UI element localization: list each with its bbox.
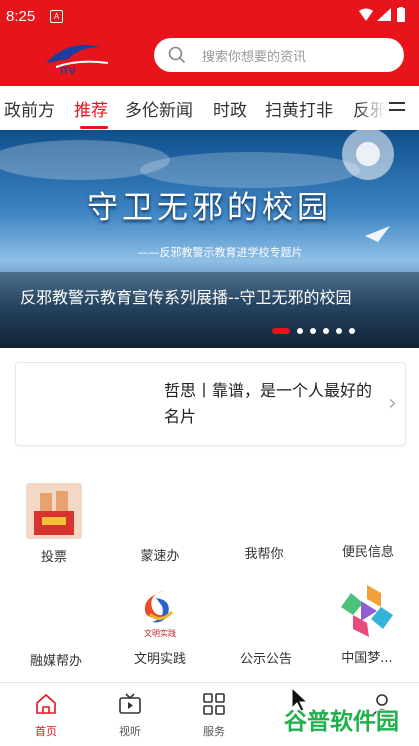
banner-caption-bar: 反邪教警示教育宣传系列展播--守卫无邪的校园 — [0, 272, 419, 348]
carousel-dot[interactable] — [336, 327, 342, 334]
watermark: 谷普软件园 — [284, 709, 399, 735]
service-vote[interactable]: 投票 — [9, 483, 99, 565]
nav-home[interactable]: 首页 — [4, 683, 88, 746]
nav-label: 首页 — [35, 725, 57, 738]
category-tabs: 政前方 推荐 多伦新闻 时政 扫黄打非 反邪 — [0, 86, 419, 130]
tab-recommend[interactable]: 推荐 — [74, 96, 108, 121]
notification-badge: A — [50, 10, 63, 23]
service-label: 投票 — [40, 550, 67, 565]
carousel-indicator — [272, 320, 355, 334]
nav-label: 服务 — [203, 725, 225, 738]
tab-politics[interactable]: 时政 — [213, 96, 247, 121]
carousel-dot[interactable] — [349, 327, 355, 334]
battery-icon — [397, 8, 405, 22]
chevron-right-icon: › — [388, 391, 397, 416]
carousel-dot[interactable] — [272, 327, 290, 334]
service-label: 便民信息 — [341, 545, 394, 560]
logo-text: ITV — [60, 66, 76, 77]
banner-caption: 反邪教警示教育宣传系列展播--守卫无邪的校园 — [20, 288, 352, 307]
service-label: 融媒帮办 — [29, 654, 82, 669]
wifi-icon — [359, 8, 373, 21]
banner-carousel[interactable]: 守卫无邪的校园 ——反邪教警示教育进学校专题片 反邪教警示教育宣传系列展播--守… — [0, 130, 419, 348]
tv-icon — [119, 693, 141, 714]
status-bar: 8:25 A — [0, 0, 419, 32]
search-icon — [168, 46, 186, 64]
carousel-dot[interactable] — [310, 327, 316, 334]
tab-fade — [356, 86, 386, 130]
nav-services[interactable]: 服务 — [172, 683, 256, 746]
nav-audio-video[interactable]: 视听 — [88, 683, 172, 746]
status-time: 8:25 — [6, 8, 36, 25]
service-civilization[interactable]: 文明实践 文明实践 — [115, 584, 205, 667]
search-bar[interactable]: 搜索你想要的资讯 — [154, 38, 404, 72]
service-china-dream[interactable]: 中国梦... — [322, 583, 412, 666]
carousel-dot[interactable] — [323, 327, 329, 334]
news-card[interactable]: 哲思丨靠谱，是一个人最好的名片 › — [15, 362, 406, 446]
service-label: 蒙速办 — [140, 549, 180, 564]
banner-title: 守卫无邪的校园 — [87, 190, 332, 226]
nav-label: 视听 — [119, 725, 141, 738]
tab-duolun-news[interactable]: 多伦新闻 — [125, 96, 193, 121]
service-label: 我帮你 — [244, 547, 284, 562]
home-icon — [36, 693, 56, 714]
tab-zhengqianfang[interactable]: 政前方 — [4, 96, 55, 121]
system-icons — [357, 7, 411, 27]
active-tab-indicator — [80, 126, 108, 129]
tab-anti-porn[interactable]: 扫黄打非 — [265, 96, 333, 121]
service-label: 公示公告 — [239, 652, 292, 667]
app-header: ITV 搜索你想要的资讯 — [0, 32, 419, 86]
service-label: 中国梦... — [341, 651, 393, 666]
app-logo[interactable]: ITV — [38, 37, 118, 77]
civilization-practice-logo-icon: 文明实践 — [132, 584, 188, 640]
news-title: 哲思丨靠谱，是一个人最好的名片 — [164, 381, 373, 426]
tab-menu-icon[interactable] — [389, 102, 405, 116]
carousel-dot[interactable] — [297, 327, 303, 334]
civilization-logo-text: 文明实践 — [144, 628, 176, 638]
service-label: 文明实践 — [133, 652, 186, 667]
ballot-box-icon — [26, 483, 82, 539]
banner-subtitle: ——反邪教警示教育进学校专题片 — [137, 246, 303, 259]
grid-icon — [203, 693, 225, 715]
china-dream-play-icon — [339, 583, 395, 639]
signal-icon — [377, 8, 391, 21]
search-placeholder: 搜索你想要的资讯 — [202, 50, 307, 65]
